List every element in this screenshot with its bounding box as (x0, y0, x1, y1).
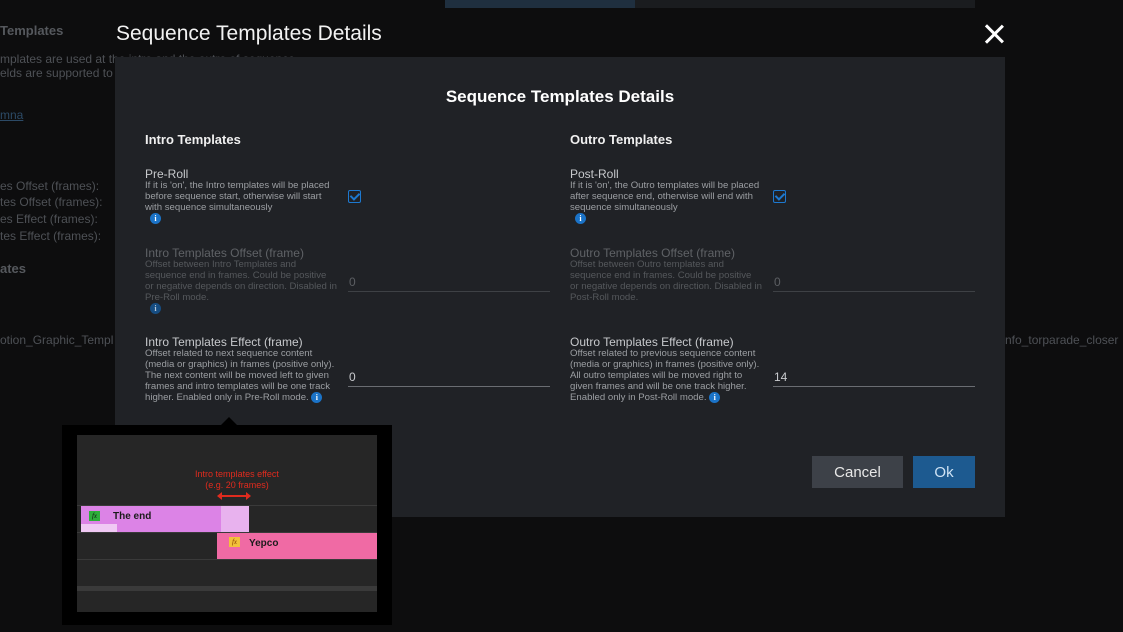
background-row: es Offset (frames): (0, 179, 100, 193)
intro-offset-description: Offset between Intro Templates and seque… (145, 259, 337, 314)
post-roll-description: If it is 'on', the Outro templates will … (570, 180, 762, 224)
post-roll-description-text: If it is 'on', the Outro templates will … (570, 180, 760, 213)
outro-offset-label: Outro Templates Offset (frame) (570, 246, 735, 260)
background-row: es Effect (frames): (0, 212, 98, 226)
pre-roll-checkbox[interactable] (348, 190, 361, 203)
outro-offset-description: Offset between Outro templates and seque… (570, 259, 762, 303)
info-icon[interactable]: i (709, 392, 721, 403)
intro-effect-input[interactable] (348, 367, 550, 387)
background-row: tes Offset (frames): (0, 195, 103, 209)
outro-templates-title: Outro Templates (570, 132, 673, 147)
background-section-title: ates (0, 261, 27, 276)
pre-roll-label: Pre-Roll (145, 167, 189, 181)
outro-effect-description: Offset related to previous sequence cont… (570, 348, 762, 403)
post-roll-checkbox[interactable] (773, 190, 786, 203)
intro-effect-description: Offset related to next sequence content … (145, 348, 337, 403)
intro-effect-label: Intro Templates Effect (frame) (145, 335, 303, 349)
screen: Templates mplates are used at the intro … (0, 0, 1123, 632)
outro-effect-input[interactable] (773, 367, 975, 387)
cancel-button[interactable]: Cancel (812, 456, 903, 488)
background-value: otion_Graphic_Templ (0, 333, 114, 347)
track-divider (77, 559, 377, 560)
ok-button[interactable]: Ok (913, 456, 975, 488)
fx-icon: fx (89, 511, 100, 521)
background-description-line2: elds are supported to (0, 66, 113, 80)
clip-label: Yepco (249, 538, 279, 549)
background-active-tab (445, 0, 635, 8)
timeline-scrollbar (77, 586, 377, 591)
clip-overlap-region (221, 506, 249, 532)
effect-note-line2: (e.g. 20 frames) (205, 480, 269, 490)
intro-offset-description-text: Offset between Intro Templates and seque… (145, 259, 338, 303)
overlay-title: Sequence Templates Details (116, 22, 382, 45)
timeline-preview-image: Intro templates effect (e.g. 20 frames) … (77, 435, 377, 612)
fx-icon: fx (229, 537, 240, 547)
double-arrow-icon (217, 492, 251, 500)
intro-effect-description-text: Offset related to next sequence content … (145, 348, 335, 404)
intro-effect-tooltip: Intro templates effect (e.g. 20 frames) … (62, 425, 392, 625)
background-row: tes Effect (frames): (0, 229, 102, 243)
clip-yepco (217, 533, 377, 559)
outro-offset-input[interactable] (773, 272, 975, 292)
intro-offset-label: Intro Templates Offset (frame) (145, 246, 304, 260)
background-value: nfo_torparade_closer (1005, 333, 1119, 347)
outro-effect-label: Outro Templates Effect (frame) (570, 335, 734, 349)
post-roll-label: Post-Roll (570, 167, 619, 181)
close-icon[interactable] (980, 20, 1008, 48)
effect-note-line1: Intro templates effect (195, 469, 279, 479)
info-icon[interactable]: i (311, 392, 323, 403)
clip-keyframe-bar (81, 524, 117, 532)
pre-roll-description: If it is 'on', the Intro templates will … (145, 180, 337, 224)
intro-templates-title: Intro Templates (145, 132, 241, 147)
pre-roll-description-text: If it is 'on', the Intro templates will … (145, 180, 330, 213)
background-section-title: Templates (0, 23, 64, 38)
info-icon[interactable]: i (575, 213, 586, 224)
info-icon[interactable]: i (150, 303, 161, 314)
dialog-title: Sequence Templates Details (445, 87, 675, 106)
clip-label: The end (113, 511, 152, 522)
info-icon[interactable]: i (150, 213, 161, 224)
outro-offset-description-text: Offset between Outro templates and seque… (570, 259, 763, 303)
outro-effect-description-text: Offset related to previous sequence cont… (570, 348, 760, 404)
tooltip-pointer (221, 417, 237, 425)
intro-offset-input[interactable] (348, 272, 550, 292)
background-link: mna (0, 108, 24, 122)
effect-note: Intro templates effect (e.g. 20 frames) (177, 469, 297, 491)
